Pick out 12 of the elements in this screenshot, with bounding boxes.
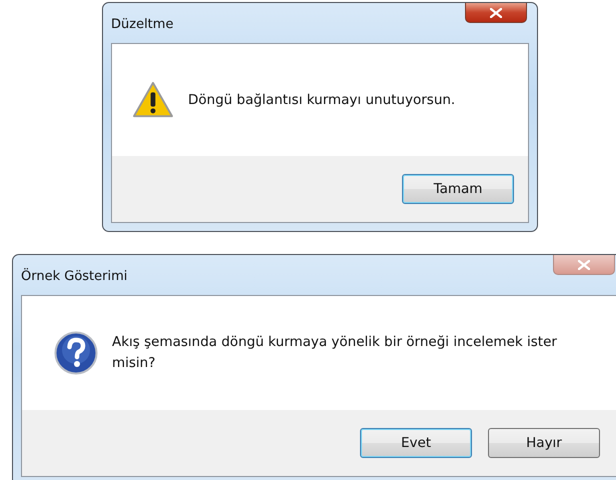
close-icon [578, 260, 590, 270]
message-text: Akış şemasında döngü kurmaya yönelik bir örneği incelemek ister misin? [112, 333, 558, 373]
message-text: Döngü bağlantısı kurmayı unutuyorsun. [188, 90, 456, 110]
dialog-button[interactable]: Hayır [488, 428, 600, 458]
close-button[interactable] [465, 3, 527, 23]
window-title: Düzeltme [111, 17, 174, 32]
question-icon [54, 331, 98, 375]
close-icon [490, 8, 502, 18]
dialog-button[interactable]: Tamam [402, 174, 514, 204]
dialog-button[interactable]: Evet [360, 428, 472, 458]
window-title: Örnek Gösterimi [21, 269, 128, 284]
warning-icon [132, 81, 174, 119]
